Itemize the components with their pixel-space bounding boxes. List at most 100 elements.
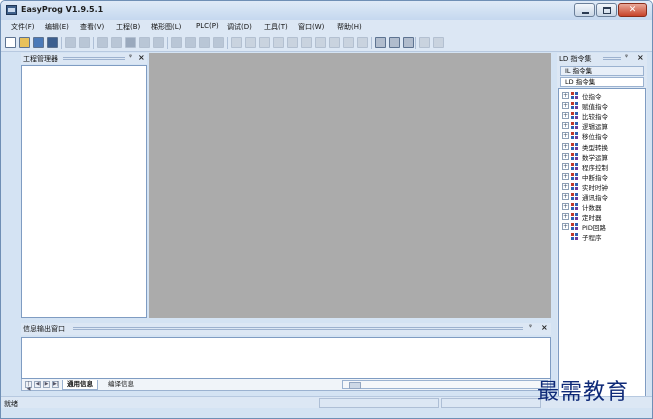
horizontal-line-icon[interactable]	[357, 37, 368, 48]
function-box-icon[interactable]	[329, 37, 340, 48]
falling-edge-icon[interactable]	[301, 37, 312, 48]
maximize-button[interactable]	[596, 3, 617, 17]
prev-tab-button[interactable]: ◀	[34, 381, 41, 388]
tree-item[interactable]: + 计数器	[559, 202, 645, 212]
expand-icon[interactable]: +	[562, 102, 569, 110]
tree-item[interactable]: + 定时器	[559, 212, 645, 222]
vertical-line-icon[interactable]	[375, 37, 386, 48]
expand-icon[interactable]: +	[562, 182, 569, 190]
panel-grip[interactable]	[73, 327, 523, 330]
tab-general-info[interactable]: 通用信息	[62, 380, 98, 390]
menu-file[interactable]: 文件(F)	[11, 22, 35, 32]
menu-ladder[interactable]: 梯形图(L)	[151, 22, 181, 32]
menu-window[interactable]: 窗口(W)	[298, 22, 324, 32]
contact-parallel-icon[interactable]	[259, 37, 270, 48]
next-tab-button[interactable]: ▶	[43, 381, 50, 388]
close-button[interactable]: ✕	[618, 3, 647, 17]
menu-tools[interactable]: 工具(T)	[264, 22, 288, 32]
minimize-button[interactable]	[574, 3, 595, 17]
close-icon[interactable]: ×	[637, 53, 644, 62]
tree-item[interactable]: + 实时时钟	[559, 182, 645, 192]
save-icon[interactable]	[33, 37, 44, 48]
save-all-icon[interactable]	[47, 37, 58, 48]
comment-icon[interactable]	[389, 37, 400, 48]
instruction-group-icon	[571, 223, 580, 231]
tree-item[interactable]: + 比较指令	[559, 111, 645, 121]
pin-icon[interactable]: ᵠ	[129, 53, 132, 61]
tab-ld[interactable]: LD 指令集	[560, 77, 644, 87]
expand-icon[interactable]: +	[562, 193, 569, 200]
tree-item[interactable]: + 赋值指令	[559, 101, 645, 111]
instruction-group-icon	[571, 213, 580, 221]
contact-nc-icon[interactable]	[245, 37, 256, 48]
tree-item-label: 数学运算	[582, 153, 608, 162]
menu-edit[interactable]: 编辑(E)	[45, 22, 69, 32]
run-icon[interactable]	[433, 37, 444, 48]
tree-item[interactable]: + 通讯指令	[559, 192, 645, 202]
menu-plc[interactable]: PLC(P)	[196, 22, 219, 30]
tree-item[interactable]: + 类型转换	[559, 142, 645, 152]
insert-row-icon[interactable]	[171, 37, 182, 48]
menu-project[interactable]: 工程(B)	[116, 22, 140, 32]
tree-item[interactable]: + 中断指令	[559, 172, 645, 182]
close-icon[interactable]: ×	[138, 53, 145, 62]
menu-help[interactable]: 帮助(H)	[337, 22, 362, 32]
scrollbar-thumb[interactable]	[349, 382, 361, 389]
panel-grip[interactable]	[63, 57, 125, 60]
tree-item[interactable]: + PID回路	[559, 222, 645, 232]
tree-item[interactable]: + 位指令	[559, 91, 645, 101]
expand-icon[interactable]: +	[562, 213, 569, 221]
expand-icon[interactable]: +	[562, 92, 569, 99]
status-text: 就绪	[4, 400, 18, 408]
editor-area[interactable]	[149, 53, 551, 318]
expand-icon[interactable]: +	[562, 142, 569, 150]
upload-icon[interactable]	[419, 37, 430, 48]
open-folder-icon[interactable]	[19, 37, 30, 48]
coil-icon[interactable]	[315, 37, 326, 48]
expand-icon[interactable]: +	[562, 223, 569, 231]
tree-item[interactable]: + 数学运算	[559, 152, 645, 162]
undo-icon[interactable]	[139, 37, 150, 48]
menu-view[interactable]: 查看(V)	[80, 22, 104, 32]
expand-icon[interactable]: +	[562, 122, 569, 130]
expand-icon[interactable]: +	[562, 172, 569, 180]
close-icon[interactable]: ×	[541, 323, 548, 332]
monitor-icon[interactable]	[213, 37, 224, 48]
contact-parallel-nc-icon[interactable]	[273, 37, 284, 48]
panel-grip[interactable]	[603, 57, 621, 60]
tab-il[interactable]: IL 指令集	[560, 66, 644, 76]
contact-no-icon[interactable]	[231, 37, 242, 48]
close-icon: ✕	[628, 5, 637, 15]
tree-item[interactable]: + 逻辑运算	[559, 121, 645, 131]
menu-debug[interactable]: 调试(D)	[227, 22, 252, 32]
delete-icon[interactable]	[343, 37, 354, 48]
expand-icon[interactable]: +	[562, 162, 569, 170]
expand-icon[interactable]: +	[562, 152, 569, 160]
expand-icon[interactable]: +	[562, 132, 569, 140]
output-text-area[interactable]	[21, 337, 551, 379]
pin-icon[interactable]: ᵠ	[529, 323, 532, 331]
first-tab-button[interactable]: |◀	[25, 381, 32, 392]
pin-icon[interactable]: ᵠ	[625, 53, 628, 61]
expand-icon[interactable]: +	[562, 112, 569, 120]
redo-icon[interactable]	[153, 37, 164, 48]
project-tree[interactable]	[21, 65, 147, 318]
tree-item[interactable]: 子程序	[559, 232, 645, 242]
tab-compile-info[interactable]: 编译信息	[104, 380, 138, 390]
rising-edge-icon[interactable]	[287, 37, 298, 48]
tree-item[interactable]: + 移位指令	[559, 131, 645, 141]
tree-item[interactable]: + 程序控制	[559, 162, 645, 172]
expand-icon[interactable]: +	[562, 203, 569, 211]
delete-row-icon[interactable]	[185, 37, 196, 48]
toolbar	[1, 34, 652, 52]
print-preview-icon[interactable]	[65, 37, 76, 48]
print-icon[interactable]	[79, 37, 90, 48]
copy-icon[interactable]	[111, 37, 122, 48]
cut-icon[interactable]	[97, 37, 108, 48]
last-tab-button[interactable]: ▶|	[52, 381, 59, 388]
paste-icon[interactable]	[125, 37, 136, 48]
new-file-icon[interactable]	[5, 37, 16, 48]
download-icon[interactable]	[403, 37, 414, 48]
horizontal-scrollbar[interactable]	[342, 380, 548, 389]
compile-icon[interactable]	[199, 37, 210, 48]
